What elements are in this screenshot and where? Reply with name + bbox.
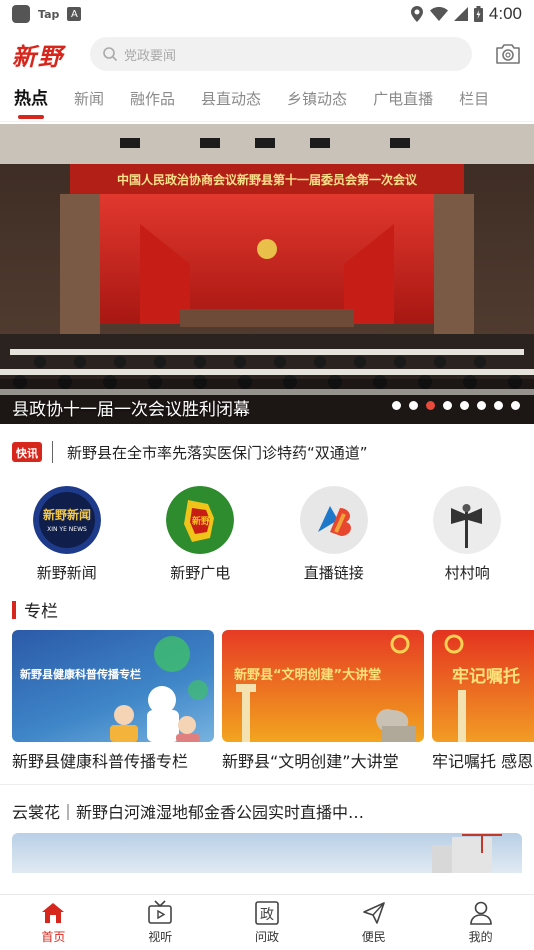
carousel-dot[interactable]	[477, 401, 486, 410]
svg-text:新野: 新野	[192, 515, 210, 527]
tab-township[interactable]: 乡镇动态	[287, 88, 347, 121]
flash-news-bar[interactable]: 快讯 新野县在全市率先落实医保门诊特药“双通道”	[0, 424, 534, 480]
nav-label: 问政	[254, 930, 279, 944]
live-stream-title[interactable]: 云裳花｜新野白河滩湿地郁金香公园实时直播中…	[0, 785, 534, 833]
column-card-image-text: 新野县“文明创建”大讲堂	[234, 668, 382, 683]
svg-text:政: 政	[260, 907, 274, 923]
column-card[interactable]: 新野县健康科普传播专栏 新野县健康科普传播专栏	[12, 630, 214, 774]
column-card-image: 新野县“文明创建”大讲堂	[222, 630, 424, 742]
send-icon	[362, 902, 385, 924]
status-bar: Tap A 4:00	[0, 0, 534, 28]
section-title: 专栏	[24, 602, 58, 622]
column-card-image: 新野县健康科普传播专栏	[12, 630, 214, 742]
home-icon	[42, 903, 65, 923]
search-icon	[103, 47, 118, 62]
columns-carousel: 新野县健康科普传播专栏 新野县健康科普传播专栏 新野县“文明创建”大讲堂 新野县…	[0, 630, 534, 774]
carousel-dot[interactable]	[460, 401, 469, 410]
banner-caption: 县政协十一届一次会议胜利闭幕	[12, 400, 250, 420]
tab-news[interactable]: 新闻	[74, 88, 104, 121]
column-card[interactable]: 新野县“文明创建”大讲堂 新野县“文明创建”大讲堂	[222, 630, 424, 774]
xinye-news-icon: 新野新闻 XIN YE NEWS	[32, 486, 101, 554]
svg-text:XIN YE NEWS: XIN YE NEWS	[47, 526, 87, 533]
column-card[interactable]: 牢记嘱托 牢记嘱托 感恩	[432, 630, 534, 774]
nav-services[interactable]: 便民	[320, 895, 427, 950]
village-speaker-icon	[433, 486, 502, 554]
clock: 4:00	[488, 4, 522, 23]
camera-icon[interactable]	[494, 42, 522, 66]
user-icon	[469, 901, 492, 925]
search-bar[interactable]: 党政要闻	[90, 37, 472, 71]
tv-icon	[148, 900, 172, 924]
svg-text:新野新闻: 新野新闻	[43, 507, 91, 522]
tab-programs[interactable]: 栏目	[459, 88, 489, 121]
carousel-dot[interactable]	[511, 401, 520, 410]
shortcut-label: 直播链接	[303, 564, 364, 582]
channel-tabs: 热点 新闻 融作品 县直动态 乡镇动态 广电直播 栏目	[0, 80, 534, 122]
carousel-dot[interactable]	[409, 401, 418, 410]
tab-county-dept[interactable]: 县直动态	[201, 88, 261, 121]
live-stream-thumbnail[interactable]	[12, 833, 522, 873]
carousel-dot[interactable]	[494, 401, 503, 410]
shortcut-label: 村村响	[444, 564, 490, 582]
a-notification-icon: A	[67, 7, 82, 21]
hero-banner[interactable]: 中国人民政治协商会议新野县第十一届委员会第一次会议 县政协十一届一次会议胜利闭幕	[0, 124, 534, 424]
nav-label: 视听	[148, 930, 173, 944]
nav-label: 我的	[468, 930, 493, 944]
flash-news-text[interactable]: 新野县在全市率先落实医保门诊特药“双通道”	[67, 442, 368, 463]
columns-section-header: 专栏	[0, 587, 534, 630]
wifi-icon	[429, 7, 448, 21]
tap-notification-label: Tap	[38, 7, 60, 21]
stage-banner-text: 中国人民政治协商会议新野县第十一届委员会第一次会议	[117, 172, 418, 187]
shortcut-label: 新野广电	[170, 564, 231, 582]
signal-icon	[453, 7, 468, 21]
banner-image: 中国人民政治协商会议新野县第十一届委员会第一次会议	[0, 124, 534, 424]
column-card-title: 新野县健康科普传播专栏	[12, 752, 189, 771]
shortcut-xinye-news[interactable]: 新野新闻 XIN YE NEWS 新野新闻	[17, 486, 117, 583]
tab-hot[interactable]: 热点	[14, 84, 48, 121]
app-header: 新野 党政要闻	[0, 28, 534, 80]
location-icon	[410, 6, 423, 22]
shortcut-row: 新野新闻 XIN YE NEWS 新野新闻 新野 新野广电 直播链接 村村响	[0, 480, 534, 587]
flash-news-badge-icon: 快讯	[12, 442, 42, 462]
column-card-title: 新野县“文明创建”大讲堂	[222, 752, 399, 771]
battery-icon	[473, 6, 483, 22]
column-card-image-text: 牢记嘱托	[452, 667, 520, 687]
nav-label: 便民	[361, 930, 386, 944]
nav-label: 首页	[41, 930, 66, 944]
column-card-title: 牢记嘱托 感恩	[432, 752, 534, 771]
search-placeholder: 党政要闻	[124, 48, 177, 64]
nav-home[interactable]: 首页	[0, 895, 107, 950]
flash-divider	[52, 441, 53, 463]
tab-media-works[interactable]: 融作品	[130, 88, 175, 121]
svg-text:快讯: 快讯	[15, 446, 38, 460]
column-card-image-text: 新野县健康科普传播专栏	[20, 668, 141, 681]
nav-media[interactable]: 视听	[107, 895, 214, 950]
app-logo: 新野	[12, 41, 64, 71]
nav-profile[interactable]: 我的	[427, 895, 534, 950]
carousel-dots	[392, 401, 520, 410]
app-notification-icon	[12, 5, 30, 23]
nav-inquiry[interactable]: 政 问政	[214, 895, 321, 950]
shortcut-live-link[interactable]: 直播链接	[284, 486, 384, 583]
carousel-dot[interactable]	[392, 401, 401, 410]
section-marker	[12, 600, 16, 619]
column-card-image: 牢记嘱托	[432, 630, 534, 742]
tab-broadcast-live[interactable]: 广电直播	[373, 88, 433, 121]
bottom-navigation: 首页 视听 政 问政 便民 我的	[0, 894, 534, 950]
carousel-dot-active[interactable]	[426, 401, 435, 410]
carousel-dot[interactable]	[443, 401, 452, 410]
zheng-icon: 政	[255, 901, 279, 925]
shortcut-village-speaker[interactable]: 村村响	[417, 486, 517, 583]
xinye-broadcast-icon: 新野	[166, 486, 235, 554]
shortcut-xinye-broadcast[interactable]: 新野 新野广电	[150, 486, 250, 583]
live-link-icon	[299, 486, 368, 554]
shortcut-label: 新野新闻	[36, 564, 97, 582]
